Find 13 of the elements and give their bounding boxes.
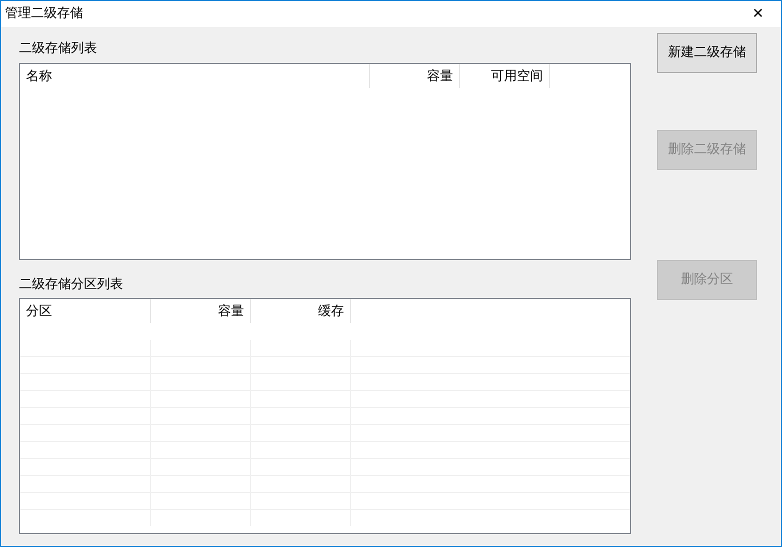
close-button[interactable]: ✕	[735, 2, 781, 26]
column-header[interactable]: 分区	[20, 299, 151, 324]
storage-list[interactable]: 名称 容量 可用空间	[19, 62, 631, 260]
column-header[interactable]: 容量	[151, 299, 251, 324]
action-button[interactable]: 新建二级存储	[657, 33, 757, 73]
column-header[interactable]: 可用空间	[460, 64, 550, 88]
partition-list[interactable]: 分区 容量 缓存	[19, 298, 631, 534]
column-header[interactable]: 缓存	[251, 299, 351, 324]
window-title: 管理二级存储	[5, 5, 83, 24]
list-label: 二级存储分区列表	[19, 276, 123, 292]
column-header[interactable]: 容量	[370, 64, 460, 88]
list-label: 二级存储列表	[19, 41, 97, 57]
column-header[interactable]: 名称	[20, 64, 370, 88]
